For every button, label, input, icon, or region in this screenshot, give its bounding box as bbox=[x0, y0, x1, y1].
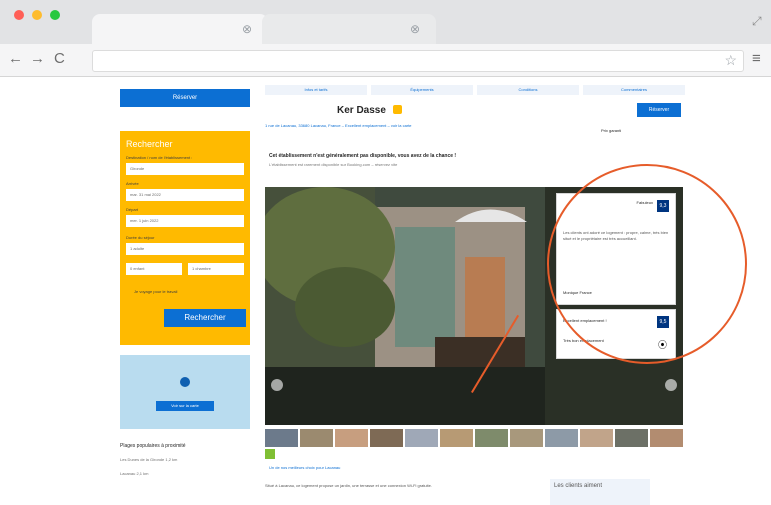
close-window-dot[interactable] bbox=[14, 10, 24, 20]
checkin-date-field[interactable]: mar. 31 mai 2022 bbox=[126, 189, 244, 201]
checkin-label: Arrivée bbox=[126, 181, 139, 186]
best-choice-link[interactable]: Un de nos meilleurs choix pour Lacanau bbox=[269, 465, 340, 470]
browser-tab[interactable]: ⊗ bbox=[262, 14, 436, 44]
address-bar[interactable]: ☆ bbox=[92, 50, 744, 72]
thumbnail[interactable] bbox=[370, 429, 403, 447]
photo-thumbnails bbox=[265, 429, 683, 447]
price-match-label: Prix garanti bbox=[601, 128, 622, 133]
thumbnail[interactable] bbox=[265, 429, 298, 447]
thumbnail[interactable] bbox=[580, 429, 613, 447]
thumbnail[interactable] bbox=[650, 429, 683, 447]
expand-icon[interactable]: ⤢ bbox=[752, 14, 762, 29]
work-travel-checkbox-label[interactable]: Je voyage pour le travail bbox=[134, 289, 177, 294]
thumbnail[interactable] bbox=[300, 429, 333, 447]
tab-info[interactable]: Infos et tarifs bbox=[265, 85, 367, 95]
reserve-button[interactable]: Réserver bbox=[637, 103, 681, 117]
guests-like-panel: Les clients aiment bbox=[550, 479, 650, 505]
highlight-circle bbox=[547, 164, 747, 364]
forward-arrow-icon[interactable]: → bbox=[30, 50, 45, 67]
page-viewport: Réserver Rechercher Destination / nom de… bbox=[0, 77, 771, 505]
address-row: ← → C ☆ ≡ bbox=[0, 44, 771, 77]
browser-window: ⊗ ⊗ ⤢ ← → C ☆ ≡ Réserver Rechercher Dest… bbox=[0, 0, 771, 505]
availability-notice-title: Cet établissement n'est généralement pas… bbox=[269, 153, 457, 159]
availability-notice-text: L'établissement est rarement disponible … bbox=[269, 162, 398, 167]
children-select[interactable]: 0 enfant bbox=[126, 263, 182, 275]
browser-tab-active[interactable]: ⊗ bbox=[92, 14, 268, 44]
thumbnail[interactable] bbox=[615, 429, 648, 447]
reserve-top-button[interactable]: Réserver bbox=[120, 89, 250, 107]
more-photos-badge[interactable] bbox=[265, 449, 275, 459]
back-arrow-icon[interactable]: ← bbox=[8, 50, 23, 67]
search-panel: Rechercher Destination / nom de l'établi… bbox=[120, 131, 250, 345]
destination-label: Destination / nom de l'établissement : bbox=[126, 155, 193, 160]
maximize-window-dot[interactable] bbox=[50, 10, 60, 20]
search-button[interactable]: Rechercher bbox=[164, 309, 246, 327]
tab-facilities[interactable]: Équipements bbox=[371, 85, 473, 95]
property-description: Situé à Lacanau, ce logement propose un … bbox=[265, 483, 432, 488]
adults-select[interactable]: 1 adulte bbox=[126, 243, 244, 255]
stay-duration-label: Durée du séjour bbox=[126, 235, 155, 240]
rooms-select[interactable]: 1 chambre bbox=[188, 263, 244, 275]
property-address[interactable]: 1 rue de Lacanau, 33680 Lacanau, France … bbox=[265, 123, 412, 128]
show-on-map-button[interactable]: Voir sur la carte bbox=[156, 401, 214, 411]
rating-badge-icon bbox=[393, 105, 402, 114]
list-item: Les Dunes de la Gironde 1,2 km bbox=[120, 457, 178, 462]
destination-input[interactable]: Gironde bbox=[126, 163, 244, 175]
map-pin-icon bbox=[180, 377, 190, 387]
guests-like-title: Les clients aiment bbox=[554, 483, 603, 489]
tab-reviews[interactable]: Commentaires bbox=[583, 85, 685, 95]
close-tab-icon[interactable]: ⊗ bbox=[410, 22, 420, 36]
menu-icon[interactable]: ≡ bbox=[752, 50, 761, 67]
browser-tab-strip: ⊗ ⊗ ⤢ bbox=[0, 0, 771, 44]
tab-conditions[interactable]: Conditions bbox=[477, 85, 579, 95]
property-title: Ker Dasse bbox=[337, 105, 386, 116]
bookmark-star-icon[interactable]: ☆ bbox=[724, 52, 737, 69]
minimize-window-dot[interactable] bbox=[32, 10, 42, 20]
list-item: Lacanau 2,1 km bbox=[120, 471, 149, 476]
checkout-label: Départ bbox=[126, 207, 139, 212]
thumbnail[interactable] bbox=[405, 429, 438, 447]
nearby-beaches-title: Plages populaires à proximité bbox=[120, 443, 186, 449]
reload-icon[interactable]: C bbox=[54, 50, 65, 67]
thumbnail[interactable] bbox=[335, 429, 368, 447]
sidebar: Réserver Rechercher Destination / nom de… bbox=[120, 89, 250, 476]
search-title: Rechercher bbox=[126, 139, 173, 149]
thumbnail[interactable] bbox=[510, 429, 543, 447]
thumbnail[interactable] bbox=[475, 429, 508, 447]
subnav-tabs: Infos et tarifs Équipements Conditions C… bbox=[265, 85, 685, 95]
thumbnail[interactable] bbox=[440, 429, 473, 447]
thumbnail[interactable] bbox=[545, 429, 578, 447]
close-tab-icon[interactable]: ⊗ bbox=[242, 22, 252, 36]
checkout-date-field[interactable]: mer. 1 juin 2022 bbox=[126, 215, 244, 227]
map-preview[interactable]: Voir sur la carte bbox=[120, 355, 250, 429]
